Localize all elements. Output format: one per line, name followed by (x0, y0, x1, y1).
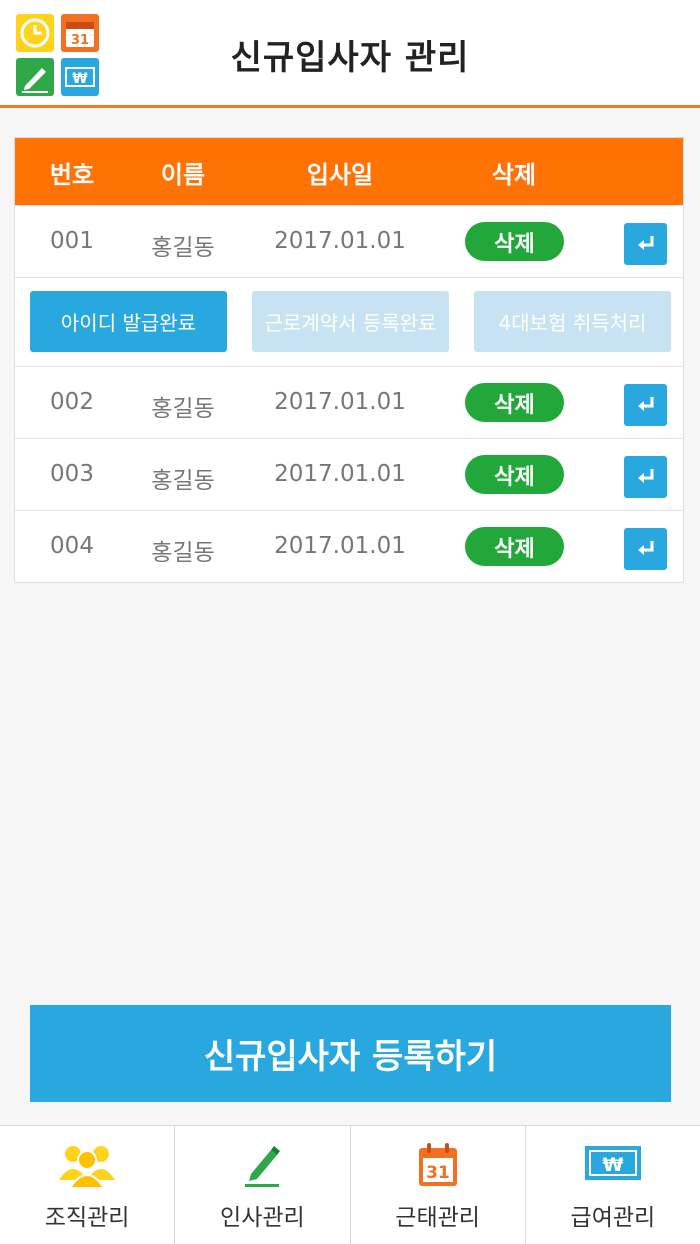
row-join-date: 2017.01.01 (274, 389, 406, 415)
row-join-date: 2017.01.01 (274, 228, 406, 254)
row-join-date: 2017.01.01 (274, 461, 406, 487)
nav-item-hr[interactable]: 인사관리 (174, 1126, 349, 1244)
page: 31 ₩ 신규입사자 관리 번호 이름 입사일 삭제 001 홍길동 2017.… (0, 0, 700, 1244)
row-number: 003 (50, 461, 94, 487)
return-arrow-icon[interactable] (624, 223, 667, 265)
column-header-delete: 삭제 (491, 161, 537, 189)
return-arrow-icon[interactable] (624, 528, 667, 570)
table-row[interactable]: 001 홍길동 2017.01.01 삭제 (15, 205, 683, 277)
won-bill-icon: ₩ (583, 1140, 643, 1194)
table-header: 번호 이름 입사일 삭제 (15, 138, 683, 205)
delete-button[interactable]: 삭제 (465, 527, 564, 566)
bottom-nav: 조직관리 인사관리 31 근태관리 ₩ 급여관리 (0, 1125, 700, 1244)
row-actions: 아이디 발급완료 근로계약서 등록완료 4대보험 취득처리 (15, 277, 683, 366)
row-join-date: 2017.01.01 (274, 533, 406, 559)
nav-label: 조직관리 (44, 1205, 130, 1231)
column-header-name: 이름 (160, 161, 206, 189)
return-arrow-icon[interactable] (624, 384, 667, 426)
nav-item-organization[interactable]: 조직관리 (0, 1126, 174, 1244)
pen-icon (237, 1140, 287, 1194)
page-title: 신규입사자 관리 (230, 38, 470, 78)
app-header: 31 ₩ 신규입사자 관리 (0, 0, 700, 108)
insurance-acquisition-button[interactable]: 4대보험 취득처리 (474, 291, 671, 352)
row-number: 004 (50, 533, 94, 559)
table-row[interactable]: 002 홍길동 2017.01.01 삭제 (15, 366, 683, 438)
calendar-icon: 31 (413, 1140, 463, 1194)
return-arrow-icon[interactable] (624, 456, 667, 498)
table-row[interactable]: 004 홍길동 2017.01.01 삭제 (15, 510, 683, 582)
row-number: 002 (50, 389, 94, 415)
new-hire-table: 번호 이름 입사일 삭제 001 홍길동 2017.01.01 삭제 아이디 발… (14, 137, 684, 583)
nav-label: 근태관리 (395, 1205, 480, 1231)
id-issued-button[interactable]: 아이디 발급완료 (30, 291, 227, 352)
nav-calendar-day: 31 (426, 1163, 450, 1183)
register-new-hire-button[interactable]: 신규입사자 등록하기 (30, 1005, 671, 1102)
row-name: 홍길동 (151, 235, 215, 261)
column-header-join-date: 입사일 (306, 161, 374, 189)
people-icon (57, 1140, 117, 1194)
table-row[interactable]: 003 홍길동 2017.01.01 삭제 (15, 438, 683, 510)
row-name: 홍길동 (151, 468, 215, 494)
nav-label: 급여관리 (570, 1205, 656, 1231)
row-number: 001 (50, 228, 94, 254)
nav-won-symbol: ₩ (602, 1154, 623, 1176)
nav-label: 인사관리 (220, 1205, 305, 1231)
delete-button[interactable]: 삭제 (465, 383, 564, 422)
row-name: 홍길동 (151, 396, 215, 422)
nav-item-payroll[interactable]: ₩ 급여관리 (524, 1126, 700, 1244)
nav-item-attendance[interactable]: 31 근태관리 (349, 1126, 525, 1244)
delete-button[interactable]: 삭제 (465, 222, 564, 261)
row-name: 홍길동 (151, 540, 215, 566)
contract-registered-button[interactable]: 근로계약서 등록완료 (252, 291, 449, 352)
column-header-number: 번호 (49, 161, 95, 189)
delete-button[interactable]: 삭제 (465, 455, 564, 494)
